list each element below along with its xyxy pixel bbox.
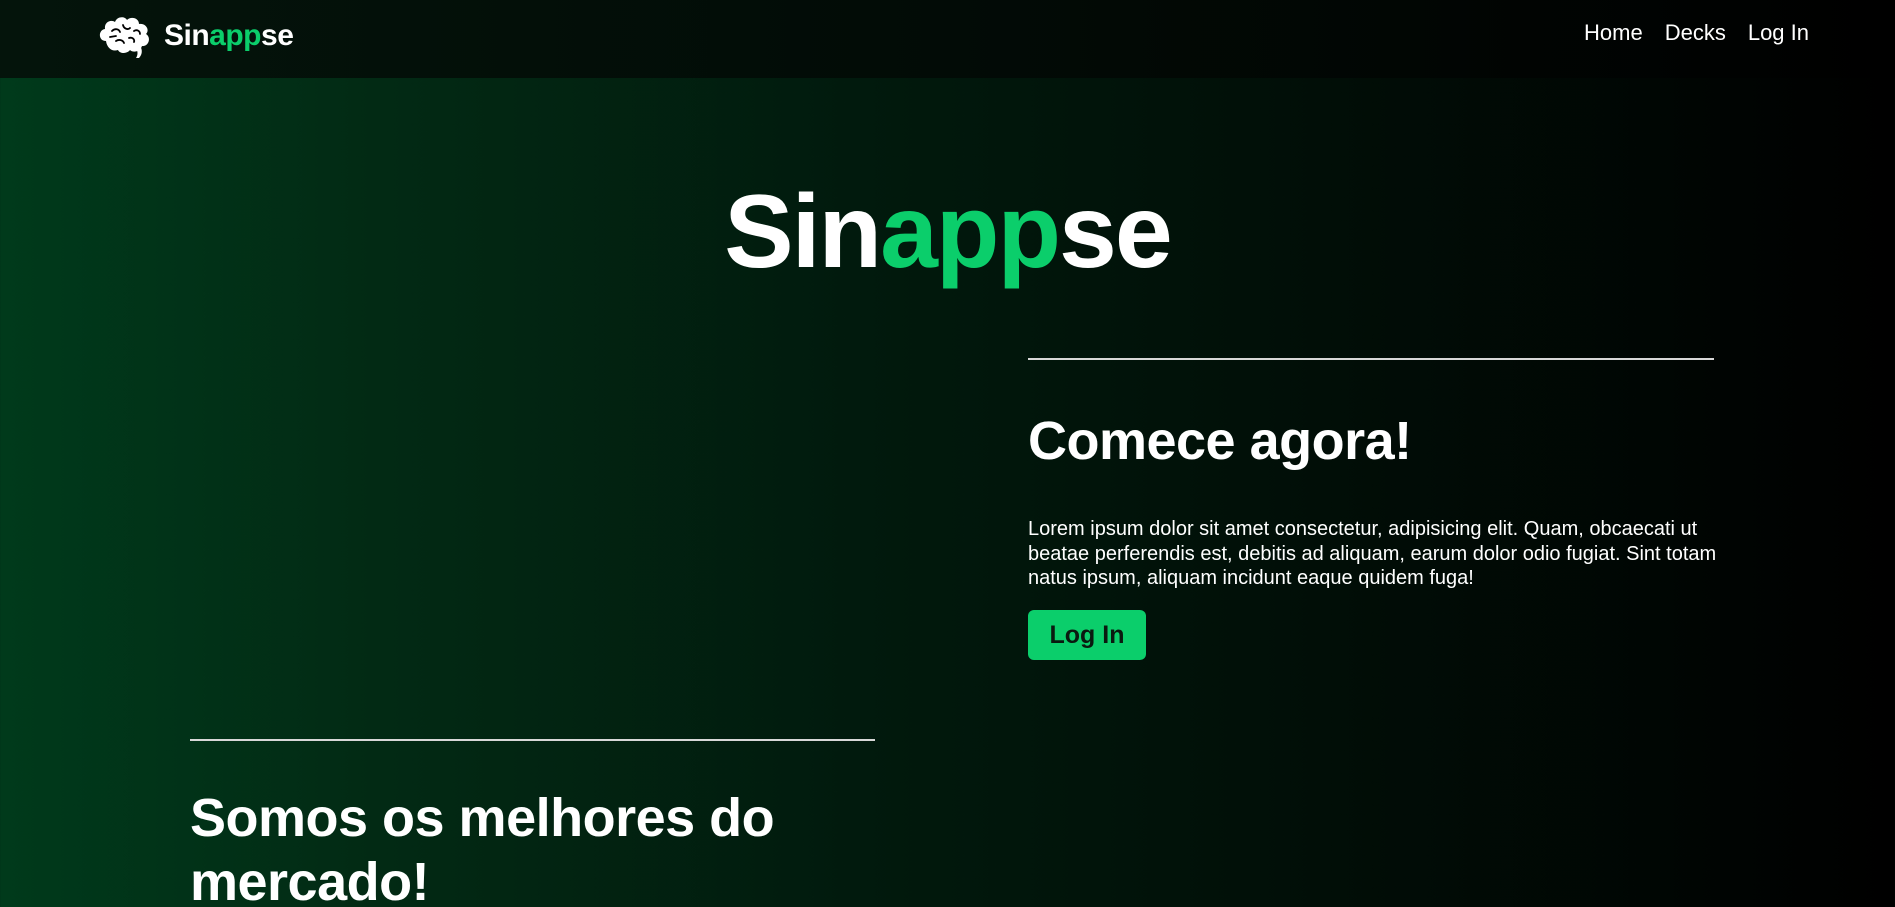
brand-logo[interactable]: Sinappse [96, 13, 294, 59]
cta-text: Lorem ipsum dolor sit amet consectetur, … [1028, 518, 1717, 589]
cta-title: Comece agora! [1028, 411, 1412, 471]
brain-icon [99, 17, 149, 58]
brand-name: Sinappse [164, 19, 294, 52]
nav-link-login[interactable]: Log In [1748, 20, 1809, 46]
divider-left [190, 739, 875, 741]
hero-title: Sinappse [724, 174, 1172, 290]
nav-link-decks[interactable]: Decks [1665, 20, 1726, 46]
nav-links: Home Decks Log In [1584, 20, 1809, 46]
nav-link-home[interactable]: Home [1584, 20, 1643, 46]
about-title: Somos os melhores do mercado! [190, 788, 775, 907]
divider-right [1028, 358, 1714, 360]
login-button[interactable]: Log In [1028, 610, 1146, 660]
navbar: Sinappse Home Decks Log In [0, 0, 1895, 78]
